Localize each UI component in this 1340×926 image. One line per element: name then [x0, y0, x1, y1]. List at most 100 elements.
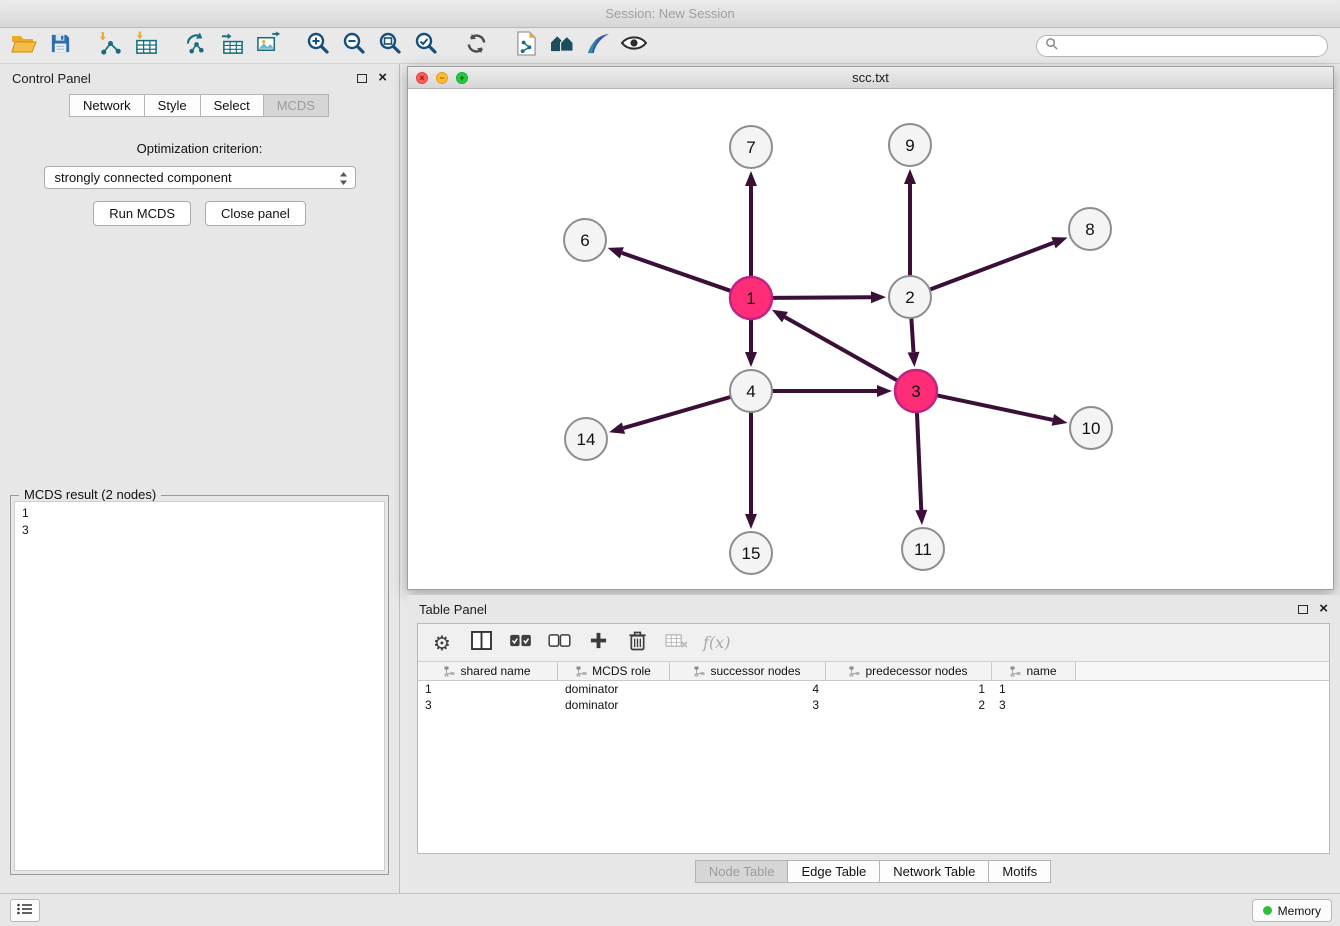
search-field[interactable]: [1036, 35, 1328, 57]
column-header-mcds-role[interactable]: MCDS role: [558, 662, 670, 680]
criterion-dropdown[interactable]: strongly connected component: [44, 166, 356, 189]
style-button[interactable]: [580, 30, 616, 62]
toolbar-separator: [164, 45, 178, 46]
add-row-button[interactable]: [586, 629, 610, 657]
table-row[interactable]: 1dominator411: [418, 681, 1329, 697]
delete-row-button[interactable]: [625, 629, 649, 657]
search-input[interactable]: [1063, 37, 1327, 55]
export-table-button[interactable]: [214, 30, 250, 62]
graph-edge-3-1[interactable]: [772, 310, 898, 381]
close-window-icon[interactable]: ×: [416, 72, 428, 84]
tab-style[interactable]: Style: [144, 94, 201, 117]
minimize-window-icon[interactable]: −: [436, 72, 448, 84]
column-header-name[interactable]: name: [992, 662, 1076, 680]
tab-network[interactable]: Network: [69, 94, 145, 117]
open-session-button[interactable]: [6, 30, 42, 62]
column-header-successor-nodes[interactable]: successor nodes: [670, 662, 826, 680]
tab-node-table[interactable]: Node Table: [695, 860, 789, 883]
network-file-button[interactable]: [508, 30, 544, 62]
graph-edge-3-11[interactable]: [915, 412, 927, 525]
tab-motifs[interactable]: Motifs: [988, 860, 1051, 883]
zoom-fit-button[interactable]: [372, 30, 408, 62]
cell-predecessor-nodes: 1: [826, 682, 992, 696]
tab-edge-table[interactable]: Edge Table: [787, 860, 880, 883]
table-settings-button[interactable]: ⚙: [430, 629, 454, 657]
column-tree-icon: [1010, 666, 1021, 677]
control-panel-tabs: NetworkStyleSelectMCDS: [0, 94, 399, 117]
graph-edge-1-7[interactable]: [745, 171, 757, 277]
home-button[interactable]: [544, 30, 580, 62]
network-graph[interactable]: 7 9 6 8 1 2 4 3 10 14 15 11: [408, 89, 1333, 589]
graph-node-15[interactable]: 15: [730, 532, 772, 574]
control-panel-title: Control Panel: [12, 71, 91, 86]
tab-select[interactable]: Select: [200, 94, 264, 117]
close-panel-button[interactable]: Close panel: [205, 201, 306, 226]
graph-node-2[interactable]: 2: [889, 276, 931, 318]
zoom-in-button[interactable]: [300, 30, 336, 62]
select-all-button[interactable]: [508, 629, 532, 657]
graph-edge-1-2[interactable]: [772, 291, 886, 303]
maximize-window-icon[interactable]: +: [456, 72, 468, 84]
cell-predecessor-nodes: 2: [826, 698, 992, 712]
graph-node-9[interactable]: 9: [889, 124, 931, 166]
table-header-row: shared nameMCDS role successor nodes prede…: [418, 662, 1329, 681]
mcds-result-groupbox: MCDS result (2 nodes) 1 3: [10, 495, 389, 875]
tab-network-table[interactable]: Network Table: [879, 860, 989, 883]
column-header-shared-name[interactable]: shared name: [418, 662, 558, 680]
svg-text:15: 15: [742, 544, 761, 563]
add-row-icon: [589, 631, 608, 655]
column-label: successor nodes: [710, 664, 800, 678]
graph-edge-4-3[interactable]: [772, 385, 892, 397]
search-icon: [1045, 37, 1058, 55]
run-mcds-button[interactable]: Run MCDS: [93, 201, 191, 226]
table-row[interactable]: 3dominator323: [418, 697, 1329, 713]
graph-edge-1-4[interactable]: [745, 319, 757, 367]
zoom-selected-button[interactable]: [408, 30, 444, 62]
graph-edge-3-10[interactable]: [937, 395, 1068, 425]
refresh-icon: [465, 32, 488, 60]
export-image-button[interactable]: [250, 30, 286, 62]
graph-node-7[interactable]: 7: [730, 126, 772, 168]
function-builder-button[interactable]: f(x): [703, 629, 730, 657]
svg-text:7: 7: [746, 138, 755, 157]
zoom-out-button[interactable]: [336, 30, 372, 62]
task-history-button[interactable]: [10, 899, 40, 922]
import-network-button[interactable]: [92, 30, 128, 62]
graph-node-4[interactable]: 4: [730, 370, 772, 412]
graph-node-3[interactable]: 3: [895, 370, 937, 412]
graph-edge-1-6[interactable]: [608, 247, 732, 291]
network-window-titlebar[interactable]: × − + scc.txt: [408, 67, 1333, 89]
graph-edge-4-15[interactable]: [745, 412, 757, 529]
save-session-button[interactable]: [42, 30, 78, 62]
graph-edge-4-14[interactable]: [609, 397, 731, 434]
graph-node-8[interactable]: 8: [1069, 208, 1111, 250]
toolbar-separator: [78, 45, 92, 46]
graph-node-10[interactable]: 10: [1070, 407, 1112, 449]
graph-edge-2-3[interactable]: [908, 318, 920, 367]
delete-column-button[interactable]: [664, 629, 688, 657]
refresh-button[interactable]: [458, 30, 494, 62]
import-table-button[interactable]: [128, 30, 164, 62]
svg-text:8: 8: [1085, 220, 1094, 239]
close-panel-icon[interactable]: ×: [378, 73, 387, 83]
network-canvas[interactable]: 7 9 6 8 1 2 4 3 10 14 15 11: [408, 89, 1333, 589]
close-panel-icon[interactable]: ×: [1319, 604, 1328, 614]
show-hide-button[interactable]: [616, 30, 652, 62]
mcds-result-list[interactable]: 1 3: [14, 501, 385, 871]
graph-edge-2-9[interactable]: [904, 169, 916, 276]
graph-node-11[interactable]: 11: [902, 528, 944, 570]
graph-node-6[interactable]: 6: [564, 219, 606, 261]
float-panel-icon[interactable]: [357, 74, 367, 83]
deselect-all-button[interactable]: [547, 629, 571, 657]
tab-mcds[interactable]: MCDS: [263, 94, 329, 117]
graph-node-14[interactable]: 14: [565, 418, 607, 460]
graph-edge-2-8[interactable]: [930, 237, 1068, 289]
column-header-predecessor-nodes[interactable]: predecessor nodes: [826, 662, 992, 680]
show-columns-button[interactable]: [469, 629, 493, 657]
window-titlebar[interactable]: Session: New Session: [0, 0, 1340, 28]
float-panel-icon[interactable]: [1298, 605, 1308, 614]
dropdown-arrows-icon: [339, 171, 348, 189]
export-network-button[interactable]: [178, 30, 214, 62]
graph-node-1[interactable]: 1: [730, 277, 772, 319]
memory-button[interactable]: Memory: [1252, 899, 1332, 922]
